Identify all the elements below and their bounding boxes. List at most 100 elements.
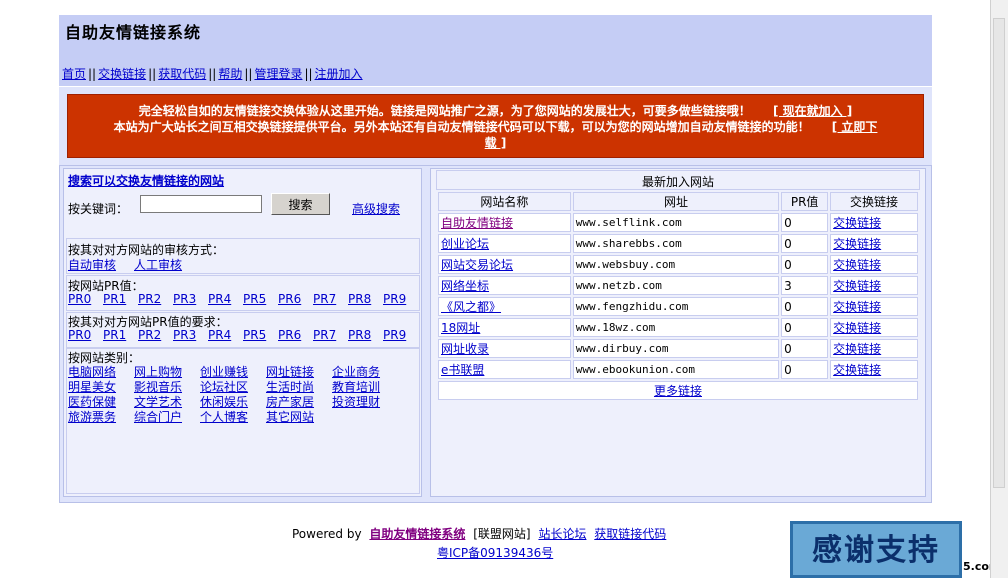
site-pr-value: 0	[781, 318, 829, 337]
pr-require-pr0[interactable]: PR0	[68, 328, 91, 342]
exchange-link[interactable]: 交换链接	[833, 258, 881, 272]
more-links-row: 更多链接	[438, 381, 918, 400]
category-link[interactable]: 综合门户	[134, 408, 182, 425]
footer-code-link[interactable]: 获取链接代码	[594, 527, 666, 541]
keyword-label: 按关键词：	[68, 202, 129, 216]
col-url: 网址	[572, 192, 780, 211]
pr-filter-pr9[interactable]: PR9	[383, 292, 406, 306]
category-link[interactable]: 个人博客	[200, 408, 248, 425]
site-url: www.websbuy.com	[572, 255, 780, 274]
nav-exchange[interactable]: 交换链接	[98, 67, 146, 81]
site-name-link[interactable]: 网址收录	[441, 342, 489, 356]
pr-filter-pr1[interactable]: PR1	[103, 292, 126, 306]
site-url: www.ebookunion.com	[572, 360, 780, 379]
pr-filter-pr6[interactable]: PR6	[278, 292, 301, 306]
site-pr-value: 3	[781, 276, 829, 295]
pr-filter-pr8[interactable]: PR8	[348, 292, 371, 306]
site-url: www.18wz.com	[572, 318, 780, 337]
top-nav: 首页 || 交换链接 || 获取代码 || 帮助 || 管理登录 || 注册加入	[62, 65, 363, 82]
pr-filter-pr7[interactable]: PR7	[313, 292, 336, 306]
intro-banner: 完全轻松自如的友情链接交换体验从这里开始。链接是网站推广之源，为了您网站的发展壮…	[67, 94, 924, 158]
pr-require-pr6[interactable]: PR6	[278, 328, 301, 342]
site-name-link[interactable]: 《风之都》	[441, 300, 501, 314]
exchange-link[interactable]: 交换链接	[833, 321, 881, 335]
thanks-badge[interactable]: 感谢支持	[790, 521, 962, 578]
pr-require-pr3[interactable]: PR3	[173, 328, 196, 342]
site-pr-value: 0	[781, 213, 829, 232]
footer-system-link[interactable]: 自助友情链接系统	[369, 527, 465, 541]
nav-separator: ||	[208, 67, 217, 81]
nav-get-code[interactable]: 获取代码	[158, 67, 206, 81]
pr-filter-pr2[interactable]: PR2	[138, 292, 161, 306]
nav-separator: ||	[244, 67, 253, 81]
table-row: 《风之都》 www.fengzhidu.com 0 交换链接	[438, 297, 918, 316]
icp-link[interactable]: 粤ICP备09139436号	[437, 546, 553, 560]
exchange-link[interactable]: 交换链接	[833, 216, 881, 230]
site-pr-value: 0	[781, 297, 829, 316]
search-heading[interactable]: 搜索可以交换友情链接的网站	[68, 172, 224, 189]
table-row: e书联盟 www.ebookunion.com 0 交换链接	[438, 360, 918, 379]
nav-register[interactable]: 注册加入	[315, 67, 363, 81]
exchange-link[interactable]: 交换链接	[833, 300, 881, 314]
pr-require-pr5[interactable]: PR5	[243, 328, 266, 342]
nav-separator: ||	[148, 67, 157, 81]
table-row: 网络坐标 www.netzb.com 3 交换链接	[438, 276, 918, 295]
pr-require-pr7[interactable]: PR7	[313, 328, 336, 342]
site-url: www.sharebbs.com	[572, 234, 780, 253]
category-link[interactable]: 旅游票务	[68, 408, 116, 425]
pr-require-pr1[interactable]: PR1	[103, 328, 126, 342]
pr-require-pr9[interactable]: PR9	[383, 328, 406, 342]
site-url: www.selflink.com	[572, 213, 780, 232]
site-url: www.netzb.com	[572, 276, 780, 295]
pr-require-pr2[interactable]: PR2	[138, 328, 161, 342]
table-row: 创业论坛 www.sharebbs.com 0 交换链接	[438, 234, 918, 253]
keyword-search-input[interactable]	[140, 195, 262, 213]
site-url: www.dirbuy.com	[572, 339, 780, 358]
pr-require-pr4[interactable]: PR4	[208, 328, 231, 342]
category-link[interactable]: 其它网站	[266, 408, 314, 425]
exchange-link[interactable]: 交换链接	[833, 363, 881, 377]
site-title: 自助友情链接系统	[65, 23, 202, 42]
review-auto-link[interactable]: 自动审核	[68, 256, 116, 273]
banner-line-2: 本站为广大站长之间互相交换链接提供平台。另外本站还有自动友情链接代码可以下载，可…	[113, 120, 878, 150]
pr-filter-pr4[interactable]: PR4	[208, 292, 231, 306]
table-row: 网址收录 www.dirbuy.com 0 交换链接	[438, 339, 918, 358]
site-pr-value: 0	[781, 360, 829, 379]
review-manual-link[interactable]: 人工审核	[134, 256, 182, 273]
site-pr-value: 0	[781, 339, 829, 358]
search-button[interactable]: 搜索	[271, 193, 330, 215]
table-row: 网站交易论坛 www.websbuy.com 0 交换链接	[438, 255, 918, 274]
exchange-link[interactable]: 交换链接	[833, 279, 881, 293]
exchange-link[interactable]: 交换链接	[833, 342, 881, 356]
site-name-link[interactable]: 创业论坛	[441, 237, 489, 251]
footer-forum-link[interactable]: 站长论坛	[538, 527, 586, 541]
scrollbar-thumb[interactable]	[993, 18, 1005, 488]
latest-title: 最新加入网站	[641, 175, 714, 189]
table-row: 18网址 www.18wz.com 0 交换链接	[438, 318, 918, 337]
more-links-link[interactable]: 更多链接	[654, 384, 702, 398]
col-site-name: 网站名称	[438, 192, 571, 211]
table-header-row: 网站名称 网址 PR值 交换链接	[438, 192, 918, 211]
nav-admin-login[interactable]: 管理登录	[254, 67, 302, 81]
advanced-search-link[interactable]: 高级搜索	[352, 200, 400, 217]
footer-union-link[interactable]: [联盟网站]	[473, 527, 530, 541]
pr-filter-pr3[interactable]: PR3	[173, 292, 196, 306]
site-name-link[interactable]: 自助友情链接	[441, 216, 513, 230]
pr-require-pr8[interactable]: PR8	[348, 328, 371, 342]
pr-filter-pr5[interactable]: PR5	[243, 292, 266, 306]
nav-help[interactable]: 帮助	[218, 67, 242, 81]
banner-line-1: 完全轻松自如的友情链接交换体验从这里开始。链接是网站推广之源，为了您网站的发展壮…	[138, 104, 853, 118]
site-name-link[interactable]: e书联盟	[441, 363, 484, 377]
exchange-link[interactable]: 交换链接	[833, 237, 881, 251]
powered-by-text: Powered by	[292, 527, 362, 541]
latest-sites-table: 网站名称 网址 PR值 交换链接 自助友情链接 www.selflink.com 0…	[436, 190, 920, 402]
category-link[interactable]: 投资理财	[332, 393, 380, 410]
join-now-link[interactable]: [ 现在就加入 ]	[773, 104, 852, 118]
pr-filter-pr0[interactable]: PR0	[68, 292, 91, 306]
site-name-link[interactable]: 18网址	[441, 321, 480, 335]
site-name-link[interactable]: 网站交易论坛	[441, 258, 513, 272]
table-row: 自助友情链接 www.selflink.com 0 交换链接	[438, 213, 918, 232]
site-name-link[interactable]: 网络坐标	[441, 279, 489, 293]
nav-separator: ||	[88, 67, 97, 81]
nav-home[interactable]: 首页	[62, 67, 86, 81]
